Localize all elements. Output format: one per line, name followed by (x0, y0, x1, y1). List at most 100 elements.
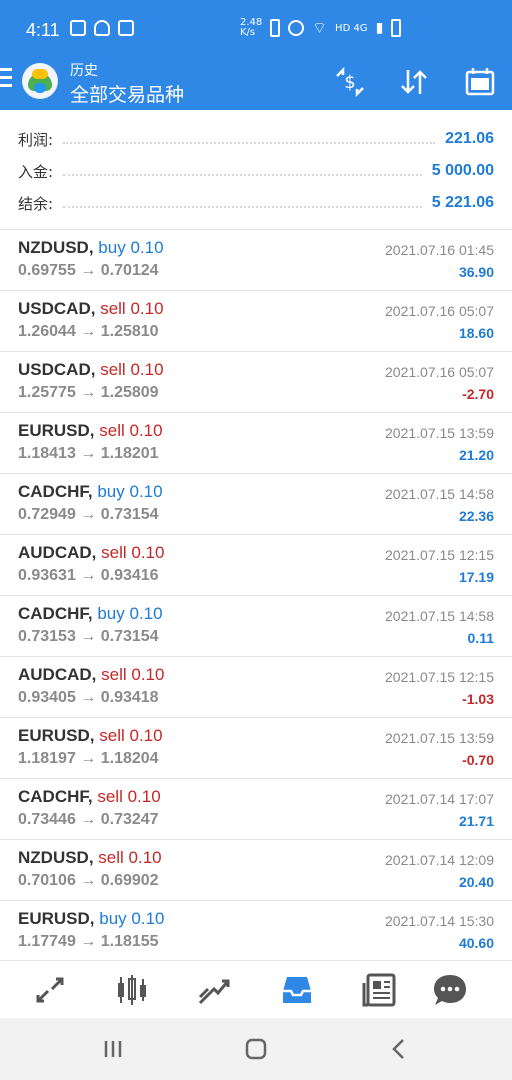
trade-symbol-line: CADCHF, buy 0.10 (18, 604, 163, 624)
trade-side: sell (99, 726, 125, 745)
trade-side: buy (97, 482, 125, 501)
app-logo[interactable] (22, 63, 58, 99)
menu-icon[interactable] (0, 68, 12, 90)
recents-icon[interactable] (98, 1034, 128, 1064)
trade-row[interactable]: NZDUSD, buy 0.10 0.69755 → 0.70124 2021.07… (0, 230, 512, 291)
trade-symbol: AUDCAD, (18, 543, 97, 562)
trade-profit: 36.90 (458, 264, 494, 280)
trade-symbol-line: AUDCAD, sell 0.10 (18, 543, 164, 563)
trade-prices: 1.18197 → 1.18204 (18, 750, 159, 767)
trade-side: sell (101, 665, 127, 684)
profit-value: 221.06 (445, 130, 494, 147)
home-icon[interactable] (241, 1034, 271, 1064)
status-bar: 4:11 2.48 K/s ⌔ HD 4G ▮ (0, 0, 512, 58)
trade-side: sell (99, 421, 125, 440)
trade-row[interactable]: USDCAD, sell 0.10 1.25775 → 1.25809 2021.0… (0, 352, 512, 413)
trade-symbol-line: EURUSD, buy 0.10 (18, 909, 165, 929)
page-title[interactable]: 全部交易品种 (70, 80, 184, 107)
trade-volume: 0.10 (130, 360, 164, 379)
net-speed: 2.48 K/s (240, 17, 263, 38)
trade-symbol-line: AUDCAD, sell 0.10 (18, 665, 164, 685)
summary-panel: 利润: 221.06 入金: 5 000.00 结余: 5 221.06 (0, 118, 512, 228)
dotted-leader (63, 174, 422, 176)
trade-profit: -2.70 (462, 386, 494, 402)
trade-symbol: EURUSD, (18, 421, 95, 440)
status-right-icons: 2.48 K/s ⌔ HD 4G ▮ (240, 17, 402, 38)
trade-row[interactable]: CADCHF, sell 0.10 0.73446 → 0.73247 2021.0… (0, 779, 512, 840)
currency-sort-icon[interactable]: $ (334, 66, 366, 98)
lock-icon (270, 19, 280, 37)
calendar-icon[interactable] (464, 66, 496, 98)
trade-icon[interactable] (194, 971, 234, 1009)
trade-profit: 22.36 (458, 508, 494, 524)
trade-row[interactable]: CADCHF, buy 0.10 0.73153 → 0.73154 2021.07… (0, 596, 512, 657)
status-time: 4:11 (26, 20, 60, 40)
trade-symbol: NZDUSD, (18, 848, 94, 867)
trade-prices: 0.70106 → 0.69902 (18, 872, 159, 889)
trade-row[interactable]: AUDCAD, sell 0.10 0.93631 → 0.93416 2021.0… (0, 535, 512, 596)
trade-symbol: EURUSD, (18, 726, 95, 745)
chat-icon[interactable] (430, 971, 470, 1009)
bottom-nav (0, 960, 512, 1018)
trade-profit: 20.40 (458, 874, 494, 890)
trade-row[interactable]: CADCHF, buy 0.10 0.72949 → 0.73154 2021.07… (0, 474, 512, 535)
trade-symbol: USDCAD, (18, 360, 96, 379)
trade-side: sell (100, 360, 126, 379)
balance-row: 结余: 5 221.06 (18, 188, 494, 218)
trade-volume: 0.10 (129, 482, 163, 501)
trade-row[interactable]: AUDCAD, sell 0.10 0.93405 → 0.93418 2021.0… (0, 657, 512, 718)
deposit-label: 入金: (18, 162, 54, 181)
trade-prices: 1.26044 → 1.25810 (18, 323, 159, 340)
gallery-icon (70, 20, 86, 36)
trade-time: 2021.07.14 17:07 (385, 791, 494, 807)
sort-icon[interactable] (398, 66, 430, 98)
trade-symbol-line: CADCHF, sell 0.10 (18, 787, 161, 807)
trade-symbol-line: EURUSD, sell 0.10 (18, 726, 163, 746)
trade-symbol: AUDCAD, (18, 665, 97, 684)
battery-icon (391, 19, 402, 37)
trade-row[interactable]: USDCAD, sell 0.10 1.26044 → 1.25810 2021.0… (0, 291, 512, 352)
svg-text:$: $ (344, 72, 355, 93)
trade-volume: 0.10 (129, 726, 163, 745)
trade-prices: 1.17749 → 1.18155 (18, 933, 159, 950)
trade-side: sell (98, 848, 124, 867)
trade-volume: 0.10 (131, 909, 165, 928)
trade-symbol-line: USDCAD, sell 0.10 (18, 299, 164, 319)
trade-time: 2021.07.16 01:45 (385, 242, 494, 258)
trade-prices: 1.18413 → 1.18201 (18, 445, 159, 462)
trade-time: 2021.07.14 15:30 (385, 913, 494, 929)
trade-row[interactable]: EURUSD, buy 0.10 1.17749 → 1.18155 2021.07… (0, 901, 512, 960)
trade-prices: 0.93405 → 0.93418 (18, 689, 159, 706)
network-label: HD 4G (335, 22, 368, 34)
trade-row[interactable]: EURUSD, sell 0.10 1.18413 → 1.18201 2021.0… (0, 413, 512, 474)
news-icon[interactable] (360, 971, 400, 1009)
trade-time: 2021.07.16 05:07 (385, 303, 494, 319)
trade-volume: 0.10 (129, 421, 163, 440)
trade-volume: 0.10 (131, 665, 165, 684)
trade-time: 2021.07.15 13:59 (385, 425, 494, 441)
trade-symbol-line: EURUSD, sell 0.10 (18, 421, 163, 441)
quotes-icon[interactable] (30, 971, 70, 1009)
history-inbox-icon[interactable] (277, 971, 317, 1009)
trade-symbol: CADCHF, (18, 482, 93, 501)
trade-side: buy (97, 604, 125, 623)
trade-volume: 0.10 (131, 543, 165, 562)
trade-symbol-line: USDCAD, sell 0.10 (18, 360, 164, 380)
trade-row[interactable]: NZDUSD, sell 0.10 0.70106 → 0.69902 2021.0… (0, 840, 512, 901)
trade-profit: -0.70 (462, 752, 494, 768)
trade-prices: 0.73446 → 0.73247 (18, 811, 159, 828)
trade-time: 2021.07.15 13:59 (385, 730, 494, 746)
trade-symbol-line: NZDUSD, sell 0.10 (18, 848, 162, 868)
back-icon[interactable] (384, 1034, 414, 1064)
trade-profit: -1.03 (462, 691, 494, 707)
chart-candles-icon[interactable] (112, 971, 152, 1009)
signal-icon: ▮ (375, 20, 384, 36)
trade-time: 2021.07.15 12:15 (385, 669, 494, 685)
trade-prices: 0.69755 → 0.70124 (18, 262, 159, 279)
trade-symbol-line: NZDUSD, buy 0.10 (18, 238, 164, 258)
trade-profit: 18.60 (458, 325, 494, 341)
trade-symbol-line: CADCHF, buy 0.10 (18, 482, 163, 502)
trade-row[interactable]: EURUSD, sell 0.10 1.18197 → 1.18204 2021.0… (0, 718, 512, 779)
trade-time: 2021.07.15 12:15 (385, 547, 494, 563)
trade-history-list[interactable]: NZDUSD, buy 0.10 0.69755 → 0.70124 2021.07… (0, 230, 512, 960)
